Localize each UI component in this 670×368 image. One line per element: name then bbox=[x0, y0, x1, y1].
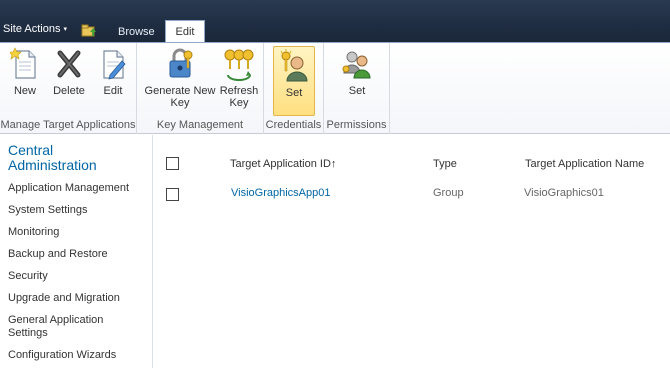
central-administration-line1: Central bbox=[8, 142, 54, 158]
generate-new-key-label-line2: Key bbox=[170, 97, 190, 109]
target-applications-list: Target Application ID↑ Type Target Appli… bbox=[154, 135, 670, 368]
user-key-icon bbox=[280, 49, 308, 82]
refresh-keys-icon bbox=[224, 49, 254, 81]
set-credentials-button[interactable]: Set bbox=[273, 46, 315, 116]
ribbon-group-key-management: Generate New Key Refresh Key Key Managem… bbox=[137, 43, 264, 134]
nav-item-backup-and-restore[interactable]: Backup and Restore bbox=[8, 248, 148, 261]
site-actions-menu[interactable]: Site Actions ▾ bbox=[3, 23, 67, 35]
nav-item-upgrade-and-migration[interactable]: Upgrade and Migration bbox=[8, 292, 148, 305]
left-navigation: Central Administration Application Manag… bbox=[0, 135, 153, 368]
column-header-target-application-name[interactable]: Target Application Name bbox=[525, 158, 644, 170]
row-type: Group bbox=[433, 187, 464, 199]
ribbon: New Delete Edit Manage Target Applicatio… bbox=[0, 42, 670, 134]
users-permissions-icon bbox=[342, 51, 371, 79]
nav-item-general-application-line1: General Application bbox=[8, 314, 104, 326]
set-permissions-button[interactable]: Set bbox=[337, 47, 377, 97]
generate-new-key-button[interactable]: Generate New Key bbox=[144, 47, 216, 109]
site-actions-label: Site Actions bbox=[3, 23, 61, 35]
edit-button[interactable]: Edit bbox=[94, 47, 132, 97]
group-label-key-management: Key Management bbox=[156, 119, 244, 131]
delete-button-label: Delete bbox=[53, 85, 85, 97]
delete-x-icon bbox=[57, 50, 81, 78]
delete-button[interactable]: Delete bbox=[48, 47, 90, 97]
nav-item-application-management[interactable]: Application Management bbox=[8, 182, 148, 195]
ribbon-group-manage-target-applications: New Delete Edit Manage Target Applicatio… bbox=[0, 43, 137, 134]
new-document-icon bbox=[10, 47, 36, 79]
ribbon-group-permissions: Set Permissions bbox=[324, 43, 390, 134]
group-label-permissions: Permissions bbox=[326, 119, 387, 131]
set-permissions-label: Set bbox=[348, 85, 366, 97]
refresh-key-button[interactable]: Refresh Key bbox=[219, 47, 259, 109]
group-label-manage-target-applications: Manage Target Applications bbox=[0, 119, 136, 131]
new-button[interactable]: New bbox=[6, 47, 44, 97]
generate-new-key-label-line1: Generate New bbox=[144, 85, 216, 97]
group-label-credentials: Credentials bbox=[265, 119, 322, 131]
edit-button-label: Edit bbox=[103, 85, 123, 97]
refresh-key-label-line2: Key bbox=[229, 97, 249, 109]
row-checkbox[interactable] bbox=[166, 188, 179, 201]
tab-edit[interactable]: Edit bbox=[165, 20, 205, 43]
refresh-key-label-line1: Refresh bbox=[219, 85, 259, 97]
nav-item-system-settings[interactable]: System Settings bbox=[8, 204, 148, 217]
new-button-label: New bbox=[13, 85, 36, 97]
edit-document-icon bbox=[103, 50, 126, 80]
navigate-up-icon[interactable] bbox=[81, 23, 97, 37]
column-header-target-application-id[interactable]: Target Application ID↑ bbox=[230, 158, 336, 170]
set-credentials-label: Set bbox=[285, 87, 303, 99]
row-target-application-name: VisioGraphics01 bbox=[524, 187, 604, 199]
nav-item-configuration-wizards[interactable]: Configuration Wizards bbox=[8, 349, 148, 362]
column-header-type[interactable]: Type bbox=[433, 158, 457, 170]
select-all-checkbox[interactable] bbox=[166, 157, 179, 170]
nav-item-general-application-line2: Settings bbox=[8, 327, 48, 339]
chevron-down-icon: ▾ bbox=[63, 26, 67, 33]
nav-item-monitoring[interactable]: Monitoring bbox=[8, 226, 148, 239]
target-application-id-link[interactable]: VisioGraphicsApp01 bbox=[231, 187, 330, 199]
nav-item-general-application-settings[interactable]: General Application Settings bbox=[8, 314, 148, 340]
central-administration-link[interactable]: Central Administration bbox=[8, 143, 97, 173]
lock-key-icon bbox=[169, 48, 193, 78]
central-administration-line2: Administration bbox=[8, 157, 97, 173]
top-bar: Site Actions ▾ Browse Edit bbox=[0, 0, 670, 43]
ribbon-group-credentials: Set Credentials bbox=[264, 43, 324, 134]
tab-browse[interactable]: Browse bbox=[110, 26, 163, 38]
nav-item-security[interactable]: Security bbox=[8, 270, 148, 283]
